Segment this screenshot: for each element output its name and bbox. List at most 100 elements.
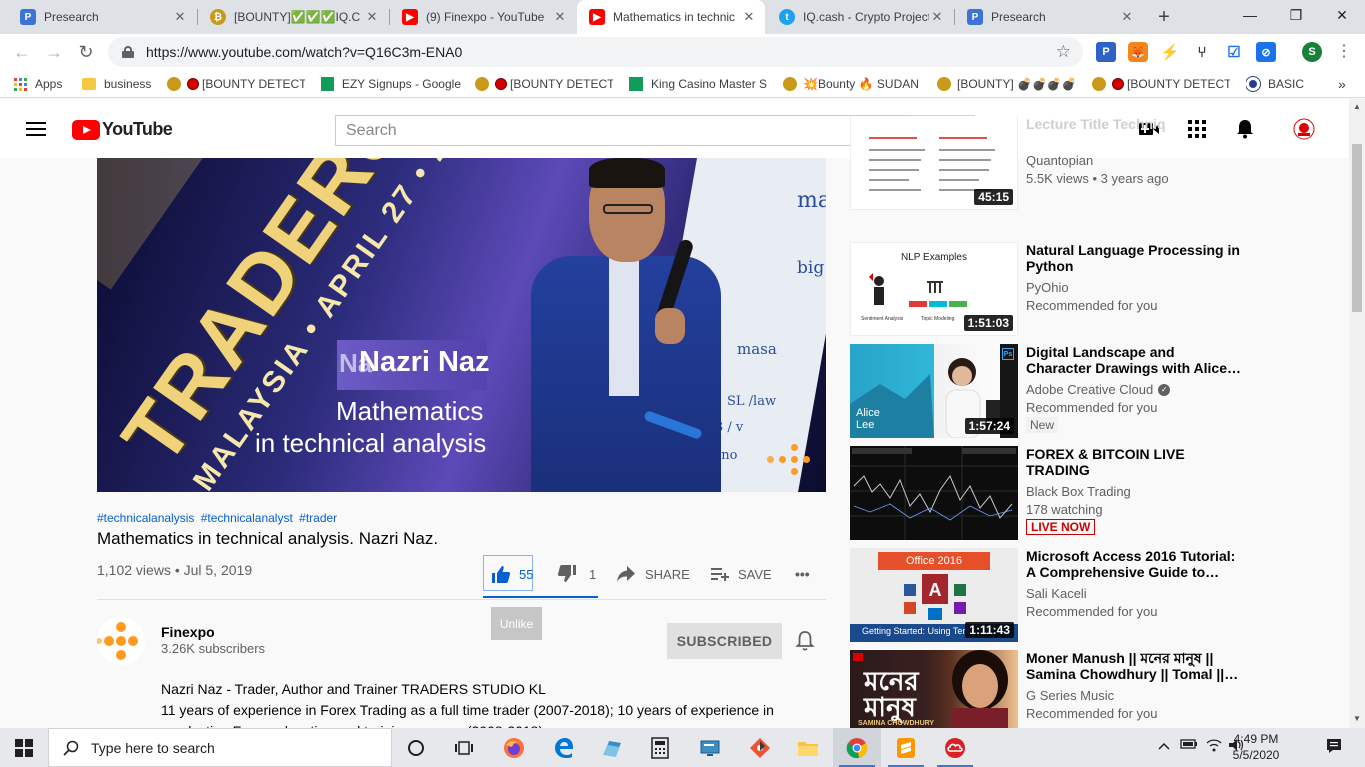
video-thumbnail[interactable]: Office 2016 A Getting Started: Using Tem… <box>850 548 1018 642</box>
address-bar[interactable]: https://www.youtube.com/watch?v=Q16C3m-E… <box>108 37 1083 67</box>
wifi-icon[interactable] <box>1206 738 1222 755</box>
video-title[interactable]: Natural Language Processing in Python <box>1026 242 1246 274</box>
taskbar-remote-desktop[interactable] <box>686 728 734 767</box>
video-channel[interactable]: G Series Music <box>1026 688 1114 703</box>
hashtag-link[interactable]: #trader <box>299 511 337 525</box>
video-channel[interactable]: Sali Kaceli <box>1026 586 1087 601</box>
recommended-video[interactable]: Ps Alice Lee 1:57:24 Digital Landscape an… <box>850 344 1252 440</box>
minimize-button[interactable]: — <box>1227 0 1273 30</box>
system-clock[interactable]: 4:49 PM 5/5/2020 <box>1224 731 1288 763</box>
tab-presearch[interactable]: P Presearch ✕ <box>8 0 196 34</box>
url-text[interactable]: https://www.youtube.com/watch?v=Q16C3m-E… <box>146 44 1056 60</box>
taskbar-edge[interactable] <box>540 728 588 767</box>
hamburger-menu-icon[interactable] <box>26 122 46 136</box>
video-thumbnail[interactable] <box>850 446 1018 540</box>
close-window-button[interactable]: ✕ <box>1319 0 1365 30</box>
hashtag-link[interactable]: #technicalanalyst <box>201 511 293 525</box>
close-tab-icon[interactable]: ✕ <box>741 9 757 25</box>
taskbar-firefox[interactable] <box>490 728 538 767</box>
channel-avatar[interactable] <box>97 617 145 665</box>
bolt-extension-icon[interactable]: ⚡ <box>1160 42 1180 62</box>
tab-finexpo-youtube[interactable]: ▶ (9) Finexpo - YouTube ✕ <box>390 0 576 34</box>
video-thumbnail[interactable]: 45:15 <box>850 116 1018 210</box>
dislike-button[interactable]: 1 <box>557 562 596 586</box>
save-button[interactable]: SAVE <box>710 562 772 586</box>
profile-avatar[interactable]: S <box>1302 42 1322 62</box>
close-tab-icon[interactable]: ✕ <box>552 9 568 25</box>
forward-arrow-icon[interactable]: → <box>42 40 66 64</box>
video-thumbnail[interactable]: NLP Examples Sentiment Analysis Topic Mo… <box>850 242 1018 336</box>
video-title[interactable]: Moner Manush || মনের মানুষ || Samina Chow… <box>1026 650 1246 682</box>
taskbar-chrome[interactable] <box>833 728 881 767</box>
recommended-video[interactable]: FOREX & BITCOIN LIVE TRADING Black Box Tr… <box>850 446 1252 542</box>
windows-start-button[interactable] <box>0 728 48 767</box>
video-thumbnail[interactable]: Ps Alice Lee 1:57:24 <box>850 344 1018 438</box>
close-tab-icon[interactable]: ✕ <box>364 9 380 25</box>
bookmark-bounty-bombs[interactable]: [BOUNTY] 💣💣💣💣 <box>937 75 1077 93</box>
show-hidden-icons-button[interactable] <box>1158 738 1170 753</box>
channel-notification-bell-icon[interactable] <box>795 630 817 652</box>
video-channel[interactable]: PyOhio <box>1026 280 1069 295</box>
bookmark-bounty-detect-3[interactable]: [BOUNTY DETECT <box>1092 75 1230 93</box>
metamask-extension-icon[interactable]: 🦊 <box>1128 42 1148 62</box>
tab-iq-cash[interactable]: t IQ.cash - Crypto Project ✕ <box>767 0 953 34</box>
tab-bounty-iq[interactable]: ₿ [BOUNTY]✅✅✅IQ.C ✕ <box>198 0 388 34</box>
taskbar-search-box[interactable]: Type here to search <box>48 728 392 767</box>
taskbar-paint3d[interactable] <box>588 728 636 767</box>
recommended-video[interactable]: 45:15 Lecture Title Techniq Quantopian 5… <box>850 116 1252 210</box>
share-button[interactable]: SHARE <box>616 562 690 586</box>
recommended-video[interactable]: Office 2016 A Getting Started: Using Tem… <box>850 548 1252 644</box>
battery-icon[interactable] <box>1180 738 1198 753</box>
action-center-icon[interactable] <box>1325 737 1343 758</box>
video-title[interactable]: Digital Landscape and Character Drawings … <box>1026 344 1246 376</box>
account-avatar[interactable] <box>1292 117 1316 141</box>
close-tab-icon[interactable]: ✕ <box>1119 9 1135 25</box>
youtube-logo[interactable]: YouTube <box>72 119 173 140</box>
cortana-button[interactable] <box>392 728 440 767</box>
tab-presearch-2[interactable]: P Presearch ✕ <box>955 0 1143 34</box>
bookmark-ezy-signups[interactable]: EZY Signups - Google <box>321 75 461 93</box>
bookmark-business[interactable]: business <box>82 75 151 93</box>
bookmark-bounty-detect-1[interactable]: [BOUNTY DETECT <box>167 75 305 93</box>
task-view-button[interactable] <box>440 728 488 767</box>
presearch-extension-icon[interactable]: P <box>1096 42 1116 62</box>
video-player[interactable]: ma big masa SL /law 3 / v √ zno TRADERS … <box>97 158 826 492</box>
fork-extension-icon[interactable]: ⑂ <box>1192 42 1212 62</box>
search-input[interactable]: Search <box>335 115 911 146</box>
bookmark-king-casino[interactable]: King Casino Master S <box>629 75 769 93</box>
subscribed-button[interactable]: SUBSCRIBED <box>667 623 782 659</box>
video-thumbnail[interactable]: মনের মানুষ SAMINA CHOWDHURY <box>850 650 1018 728</box>
new-tab-button[interactable]: + <box>1152 6 1176 28</box>
taskbar-file-explorer[interactable] <box>784 728 832 767</box>
more-actions-button[interactable]: ••• <box>795 562 810 586</box>
like-button[interactable]: 55 <box>491 562 533 586</box>
video-title[interactable]: Microsoft Access 2016 Tutorial: A Compreh… <box>1026 548 1246 580</box>
video-channel[interactable]: Black Box Trading <box>1026 484 1131 499</box>
tab-mathematics-active[interactable]: ▶ Mathematics in technic ✕ <box>577 0 765 34</box>
maximize-button[interactable]: ❐ <box>1273 0 1319 30</box>
scroll-up-arrow-icon[interactable]: ▲ <box>1353 102 1361 111</box>
bookmark-star-icon[interactable]: ☆ <box>1056 42 1071 62</box>
taskbar-sublime[interactable] <box>882 728 930 767</box>
hashtag-link[interactable]: #technicalanalysis <box>97 511 194 525</box>
close-tab-icon[interactable]: ✕ <box>172 9 188 25</box>
scrollbar-thumb[interactable] <box>1352 144 1362 312</box>
chrome-menu-icon[interactable]: ⋮ <box>1336 41 1352 61</box>
taskbar-creative-cloud[interactable] <box>931 728 979 767</box>
close-tab-icon[interactable]: ✕ <box>929 9 945 25</box>
video-title[interactable]: FOREX & BITCOIN LIVE TRADING <box>1026 446 1246 478</box>
checkbox-extension-icon[interactable]: ☑ <box>1224 42 1244 62</box>
channel-name[interactable]: Finexpo <box>161 624 215 640</box>
scroll-down-arrow-icon[interactable]: ▼ <box>1353 714 1361 723</box>
bookmarks-overflow-button[interactable]: » <box>1338 75 1346 93</box>
recommended-video[interactable]: মনের মানুষ SAMINA CHOWDHURY Moner Manush… <box>850 650 1252 728</box>
bookmark-bounty-sudan[interactable]: 💥Bounty 🔥 SUDAN <box>783 75 921 93</box>
back-arrow-icon[interactable]: ← <box>10 40 34 64</box>
bookmark-bounty-detect-2[interactable]: [BOUNTY DETECT <box>475 75 613 93</box>
bookmark-basic[interactable]: BASIC <box>1246 75 1304 93</box>
reload-icon[interactable]: ↻ <box>74 40 98 64</box>
video-channel[interactable]: Adobe Creative Cloud ✓ <box>1026 382 1171 397</box>
taskbar-calculator[interactable] <box>636 728 684 767</box>
bookmark-apps[interactable]: Apps <box>14 75 62 93</box>
recommended-video[interactable]: NLP Examples Sentiment Analysis Topic Mo… <box>850 242 1252 338</box>
